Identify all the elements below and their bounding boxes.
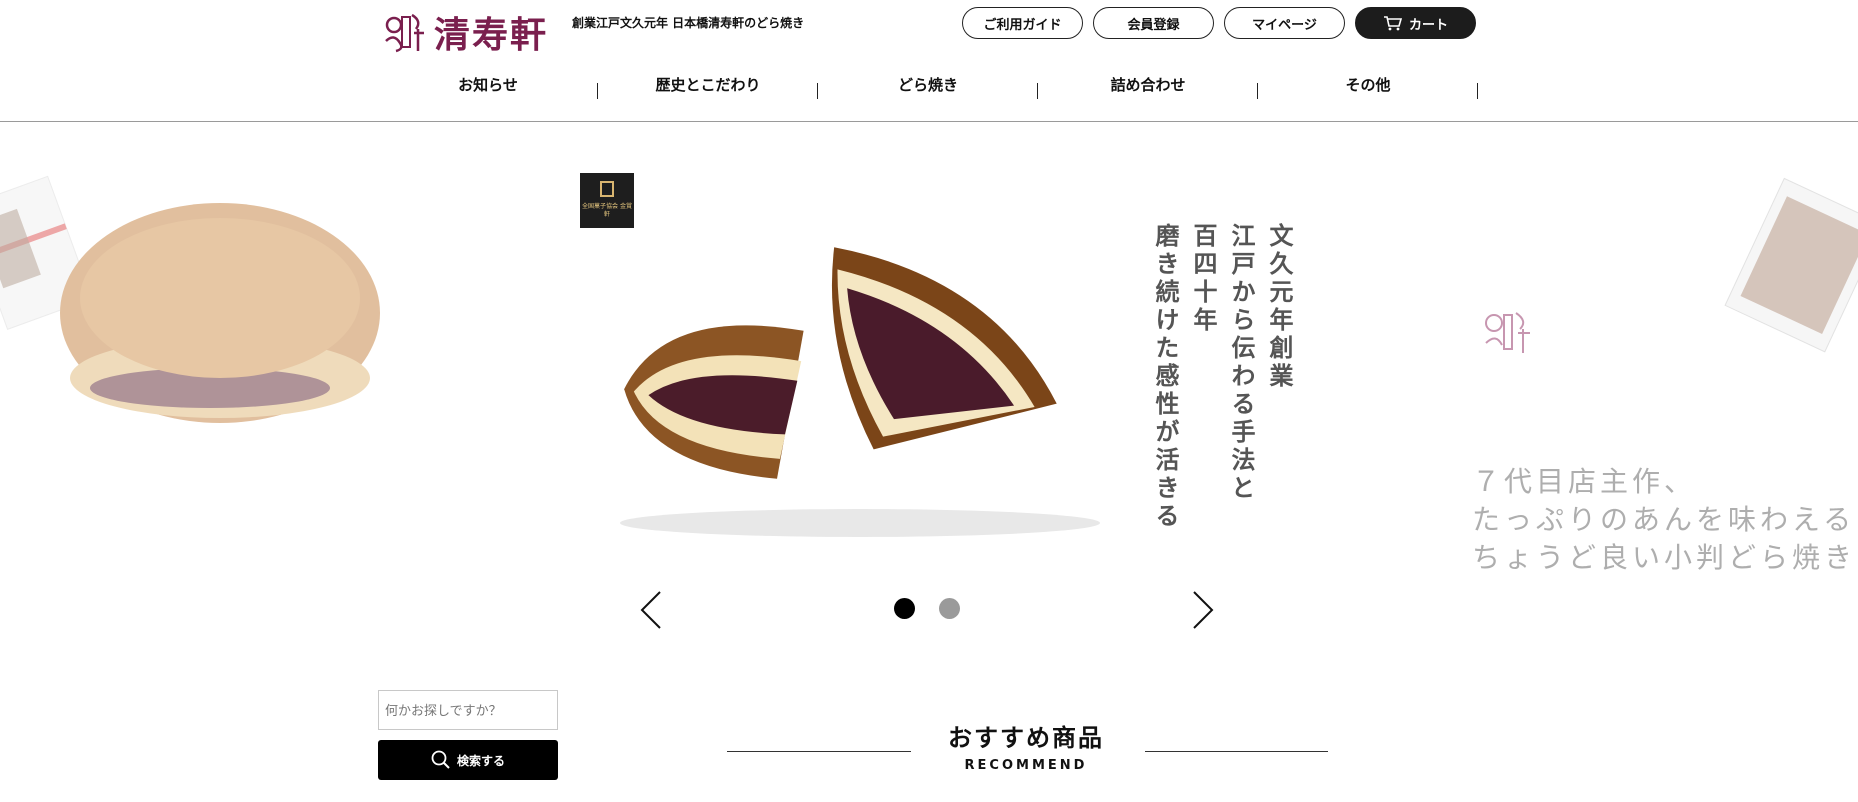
site-logo[interactable]: 清寿軒 <box>378 6 558 58</box>
slider-pagination <box>894 598 960 619</box>
next-copy-line-2: たっぷりのあんを味わえる <box>1472 503 1856 536</box>
header-buttons: ご利用ガイド 会員登録 マイページ カート <box>962 7 1476 39</box>
cart-icon <box>1383 16 1403 31</box>
next-copy-line-1: ７代目店主作、 <box>1472 465 1697 498</box>
award-badge: 全国菓子協会 金賞軒 <box>580 173 634 228</box>
recommend-subtitle: RECOMMEND <box>964 758 1088 773</box>
nav-item-other[interactable]: その他 <box>1258 64 1478 100</box>
nav-item-dorayaki[interactable]: どら焼き <box>818 64 1038 100</box>
next-copy-line-3: ちょうど良い小判どら焼き <box>1472 541 1857 574</box>
award-mark-icon <box>600 181 614 197</box>
chevron-left-icon[interactable] <box>638 590 664 630</box>
search-icon <box>431 750 450 769</box>
tagline: 創業江戸文久元年 日本橋清寿軒のどら焼き <box>572 16 805 30</box>
copy-line-1: 文久元年創業 <box>1265 223 1294 391</box>
register-button[interactable]: 会員登録 <box>1093 7 1214 39</box>
slider-dot-1[interactable] <box>894 598 915 619</box>
recommend-title: おすすめ商品 <box>948 724 1104 752</box>
award-badge-text: 全国菓子協会 金賞軒 <box>582 203 632 218</box>
mypage-button[interactable]: マイページ <box>1224 7 1345 39</box>
search-input[interactable] <box>378 690 558 730</box>
copy-line-3: 百四十年 <box>1189 223 1218 335</box>
chevron-right-icon[interactable] <box>1190 590 1216 630</box>
copy-line-2: 江戸から伝わる手法と <box>1227 223 1256 503</box>
next-slide-copy: ７代目店主作、 たっぷりのあんを味わえる ちょうど良い小判どら焼き <box>1472 463 1856 577</box>
site-header: 清寿軒 創業江戸文久元年 日本橋清寿軒のどら焼き ご利用ガイド 会員登録 マイペ… <box>0 0 1858 122</box>
global-nav: お知らせ 歴史とこだわり どら焼き 詰め合わせ その他 <box>378 64 1478 100</box>
cart-button[interactable]: カート <box>1355 7 1476 39</box>
guide-button[interactable]: ご利用ガイド <box>962 7 1083 39</box>
search-button[interactable]: 検索する <box>378 740 558 780</box>
copy-line-4: 磨き続けた感性が活きる <box>1151 223 1180 531</box>
dorayaki-image <box>620 247 1100 537</box>
logo-text: 清寿軒 <box>434 14 549 56</box>
nav-item-history[interactable]: 歴史とこだわり <box>598 64 818 100</box>
slide-vertical-copy: 文久元年創業 江戸から伝わる手法と 百四十年 磨き続けた感性が活きる <box>1151 223 1294 531</box>
hero-slider: 全国菓子協会 金賞軒 文久元年創業 江戸から伝わる手法と 百四十年 磨き続けた感… <box>0 123 1858 643</box>
search-button-label: 検索する <box>456 753 505 768</box>
prev-slide-image <box>0 175 380 423</box>
cart-label: カート <box>1408 17 1448 33</box>
current-slide: 全国菓子協会 金賞軒 文久元年創業 江戸から伝わる手法と 百四十年 磨き続けた感… <box>560 163 1320 563</box>
recommend-divider-right <box>1145 751 1328 752</box>
nav-item-assortment[interactable]: 詰め合わせ <box>1038 64 1258 100</box>
recommend-divider-left <box>727 751 911 752</box>
nav-item-news[interactable]: お知らせ <box>378 64 598 100</box>
logo-mark-icon <box>385 13 424 53</box>
next-slide-logo-icon <box>1485 312 1530 353</box>
slider-dot-2[interactable] <box>939 598 960 619</box>
